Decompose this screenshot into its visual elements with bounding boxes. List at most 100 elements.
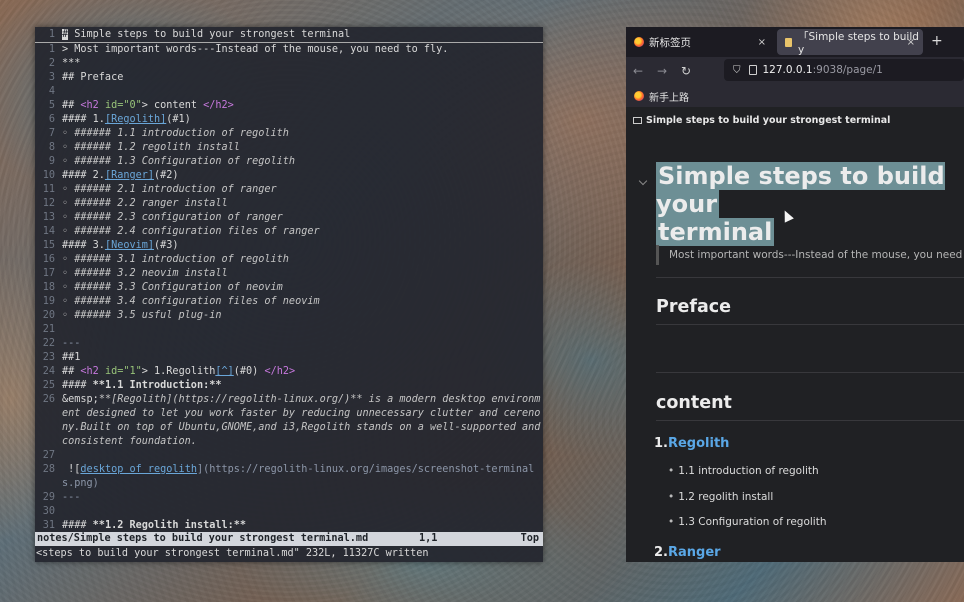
heading-content: content — [656, 393, 732, 413]
editor-line[interactable]: 20 ◦ ###### 3.5 usful plug-in — [35, 309, 543, 323]
editor-line[interactable]: 9 ◦ ###### 1.3 Configuration of regolith — [35, 155, 543, 169]
shield-icon[interactable]: ⛉ — [733, 65, 741, 76]
line-number: 1 — [48, 44, 55, 55]
line-text: #### **1.1 Introduction:** — [62, 379, 543, 393]
vim-command-line[interactable]: <steps to build your strongest terminal.… — [35, 546, 543, 561]
editor-line[interactable]: 7 ◦ ###### 1.1 introduction of regolith — [35, 127, 543, 141]
text-segment: <h2 — [80, 100, 105, 111]
line-text: ◦ ###### 3.5 usful plug-in — [62, 309, 543, 323]
line-text: &emsp;**[Regolith](https://regolith-linu… — [62, 393, 543, 449]
toc-item[interactable]: 1.3 Configuration of regolith — [668, 516, 826, 528]
editor-line[interactable]: 19 ◦ ###### 3.4 configuration files of ne… — [35, 295, 543, 309]
text-segment: > content — [141, 100, 204, 111]
vim-terminal-window[interactable]: 1 # Simple steps to build your strongest … — [35, 27, 543, 562]
editor-line[interactable]: 6 #### 1.[Regolith](#1) — [35, 113, 543, 127]
editor-line[interactable]: 10 #### 2.[Ranger](#2) — [35, 169, 543, 183]
tab-active-page[interactable]: 「Simple steps to build y × — [777, 29, 923, 56]
text-segment: (#2) — [154, 170, 179, 181]
text-segment: ◦ ###### 3.1 introduction of regolith — [62, 254, 289, 265]
browser-window[interactable]: 新标签页 × 「Simple steps to build y × + ← → … — [626, 27, 964, 562]
editor-line[interactable]: 24 ## <h2 id="1"> 1.Regolith[^](#0) </h2> — [35, 365, 543, 379]
editor-buffer[interactable]: 1 # Simple steps to build your strongest … — [35, 28, 543, 533]
toc-section-regolith[interactable]: 1.Regolith — [654, 436, 729, 451]
line-number: 14 — [42, 226, 55, 237]
bookmark-getting-started[interactable]: 新手上路 — [649, 89, 689, 104]
text-segment: #### 1. — [62, 114, 105, 125]
editor-line[interactable]: 1 # Simple steps to build your strongest … — [35, 28, 543, 43]
editor-line[interactable]: 22 --- — [35, 337, 543, 351]
editor-line[interactable]: 5 ## <h2 id="0"> content </h2> — [35, 99, 543, 113]
editor-line[interactable]: 15 #### 3.[Neovim](#3) — [35, 239, 543, 253]
editor-line[interactable]: 17 ◦ ###### 3.2 neovim install — [35, 267, 543, 281]
editor-line[interactable]: 23 ##1 — [35, 351, 543, 365]
line-text: ◦ ###### 2.2 ranger install — [62, 197, 543, 211]
document-icon — [785, 37, 792, 47]
firefox-icon — [634, 91, 644, 101]
line-number: 13 — [42, 212, 55, 223]
text-segment: *** — [62, 58, 81, 69]
editor-line[interactable]: 14 ◦ ###### 2.4 configuration files of ra… — [35, 225, 543, 239]
toc-item[interactable]: 1.2 regolith install — [668, 491, 773, 503]
editor-line[interactable]: 1 > Most important words---Instead of the… — [35, 43, 543, 57]
text-segment: ◦ ###### 3.5 usful plug-in — [62, 310, 222, 321]
tab-new-tab-page[interactable]: 新标签页 × — [626, 29, 774, 55]
editor-line[interactable]: 26 &emsp;**[Regolith](https://regolith-li… — [35, 393, 543, 449]
editor-line[interactable]: 31 #### **1.2 Regolith install:** — [35, 519, 543, 533]
heading-preface: Preface — [656, 297, 731, 317]
page-icon[interactable] — [748, 65, 757, 75]
toc-section-ranger[interactable]: 2.Ranger — [654, 545, 721, 560]
editor-line[interactable]: 18 ◦ ###### 3.3 Configuration of neovim — [35, 281, 543, 295]
reload-button[interactable]: ↻ — [674, 64, 698, 78]
text-segment: "1" — [123, 366, 142, 377]
toc-link-ranger[interactable]: Ranger — [668, 545, 721, 560]
text-segment: "0" — [123, 100, 142, 111]
editor-line[interactable]: 27 — [35, 449, 543, 463]
text-segment: --- — [62, 492, 81, 503]
close-tab-icon[interactable]: × — [758, 37, 766, 48]
text-segment: ## — [62, 366, 81, 377]
line-text: --- — [62, 491, 543, 505]
editor-line[interactable]: 12 ◦ ###### 2.2 ranger install — [35, 197, 543, 211]
editor-line[interactable]: 11 ◦ ###### 2.1 introduction of ranger — [35, 183, 543, 197]
line-text: ## <h2 id="1"> 1.Regolith[^](#0) </h2> — [62, 365, 543, 379]
line-text: ◦ ###### 3.4 configuration files of neov… — [62, 295, 543, 309]
editor-line[interactable]: 3 ## Preface — [35, 71, 543, 85]
back-button[interactable]: ← — [626, 64, 650, 78]
editor-line[interactable]: 25 #### **1.1 Introduction:** — [35, 379, 543, 393]
text-segment: id= — [104, 366, 124, 377]
forward-button[interactable]: → — [650, 64, 674, 78]
status-filename: notes/Simple steps to build your stronge… — [37, 533, 369, 544]
collapse-chevron-icon[interactable] — [638, 176, 648, 186]
editor-line[interactable]: 4 — [35, 85, 543, 99]
toc-item[interactable]: 1.1 introduction of regolith — [668, 465, 818, 477]
text-segment: #### 3. — [62, 240, 105, 251]
text-segment: **1.1 Introduction:** — [92, 380, 222, 391]
line-number: 25 — [42, 380, 55, 391]
line-text: ◦ ###### 2.4 configuration files of rang… — [62, 225, 543, 239]
page-content[interactable]: Simple steps to build your strongest ter… — [626, 107, 964, 562]
text-segment: (#0) — [233, 366, 265, 377]
new-tab-button[interactable]: + — [931, 33, 943, 49]
editor-line[interactable]: 13 ◦ ###### 2.3 configuration of ranger — [35, 211, 543, 225]
status-scroll-indicator: Top — [520, 533, 539, 544]
vim-status-line: notes/Simple steps to build your stronge… — [35, 532, 543, 546]
editor-line[interactable]: 29 --- — [35, 491, 543, 505]
toc-link-regolith[interactable]: Regolith — [668, 436, 729, 451]
editor-line[interactable]: 16 ◦ ###### 3.1 introduction of regolith — [35, 253, 543, 267]
firefox-icon — [634, 37, 644, 47]
editor-line[interactable]: 30 — [35, 505, 543, 519]
tab-label: 「Simple steps to build y — [798, 30, 919, 56]
text-segment: #### — [62, 520, 93, 531]
close-tab-icon[interactable]: × — [907, 37, 915, 48]
text-segment: </h2> — [203, 100, 234, 111]
editor-line[interactable]: 2 *** — [35, 57, 543, 71]
address-bar[interactable]: ⛉ 127.0.0.1:9038/page/1 — [724, 59, 964, 81]
text-segment: id= — [104, 100, 124, 111]
line-number: 10 — [42, 170, 55, 181]
line-number: 26 — [42, 394, 55, 405]
breadcrumb-title: Simple steps to build your strongest ter… — [646, 115, 891, 126]
editor-line[interactable]: 21 — [35, 323, 543, 337]
editor-line[interactable]: 8 ◦ ###### 1.2 regolith install — [35, 141, 543, 155]
line-number: 27 — [42, 450, 55, 461]
editor-line[interactable]: 28 ![desktop of regolith](https://regoli… — [35, 463, 543, 491]
